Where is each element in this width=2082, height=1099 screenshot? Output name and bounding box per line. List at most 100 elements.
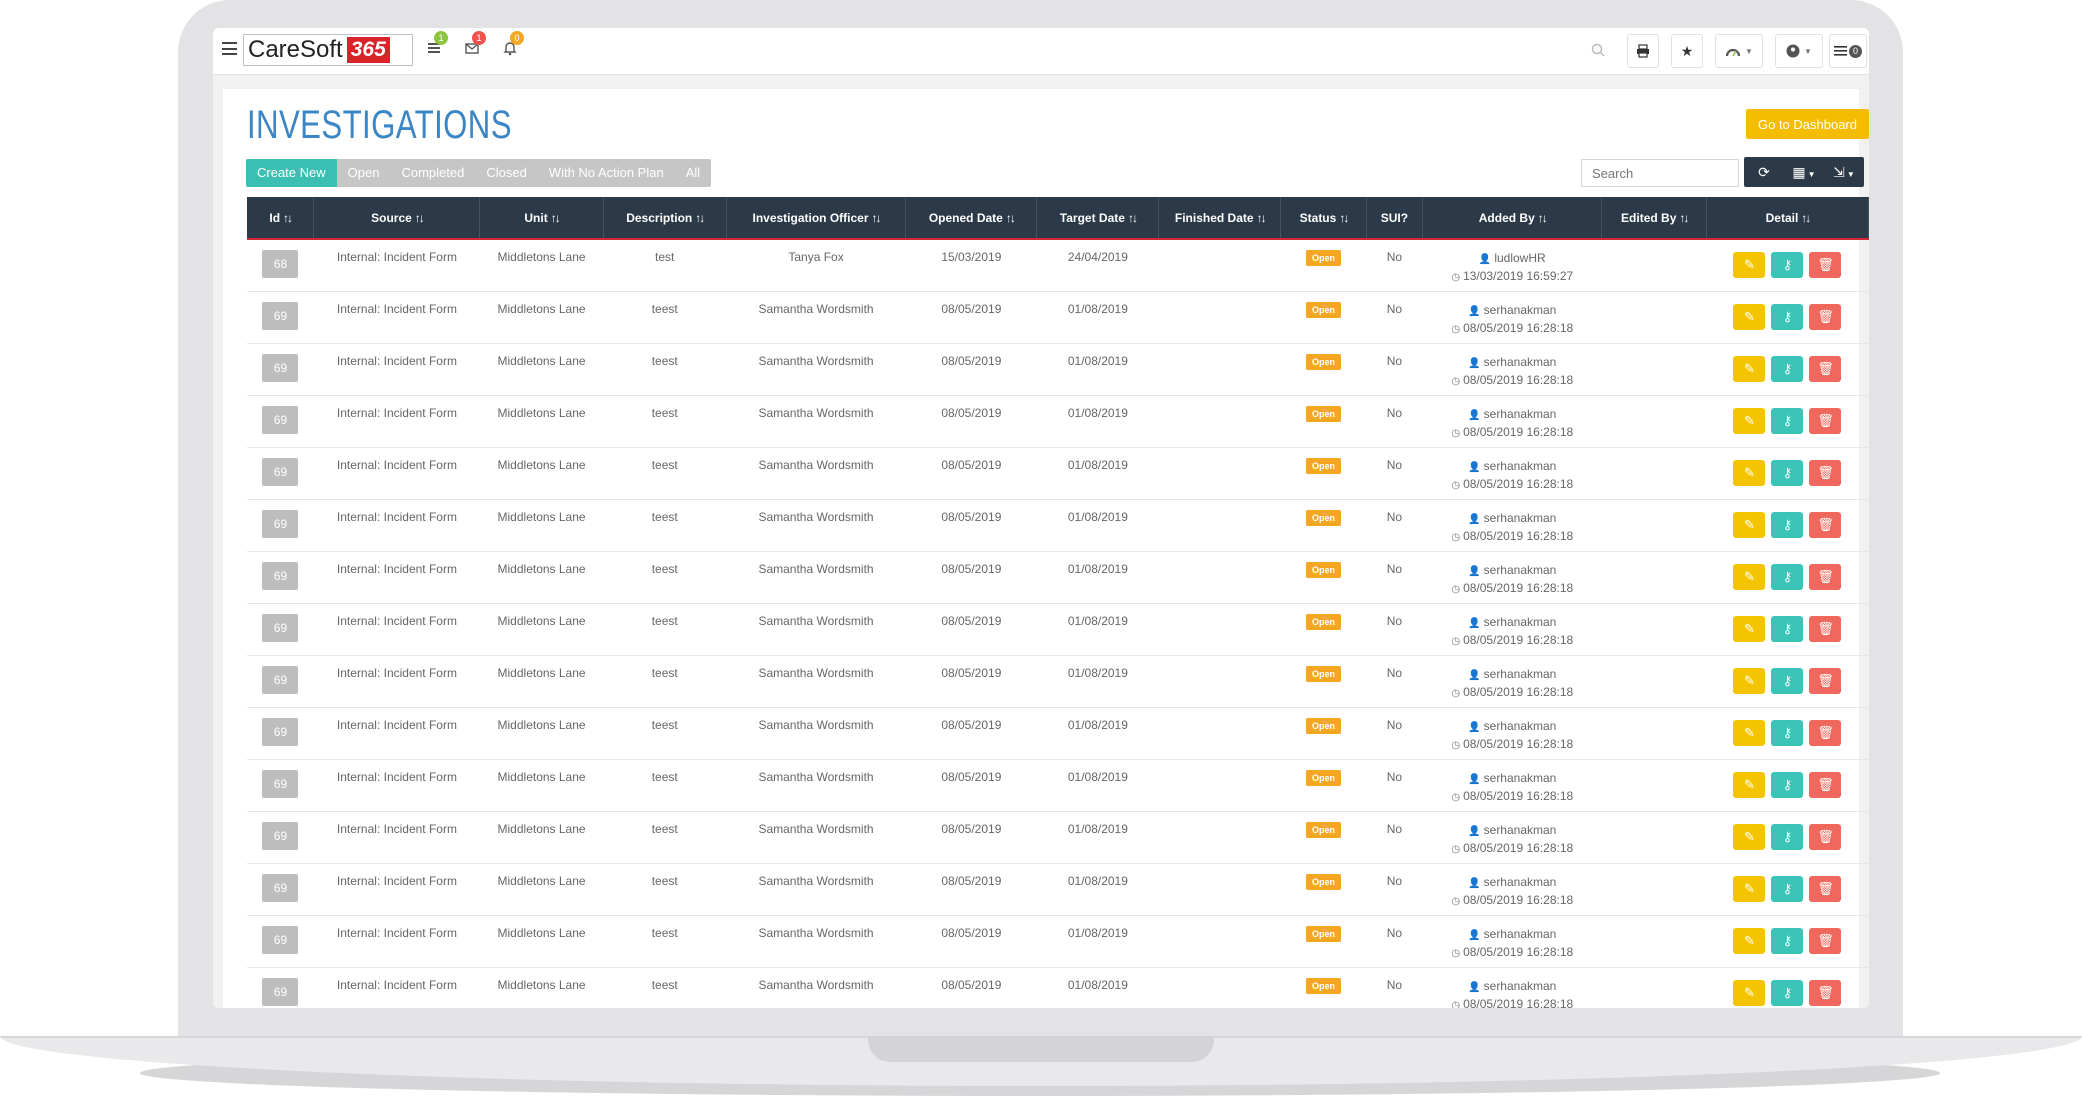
table-row[interactable]: 69 Internal: Incident Form Middletons Lane… (247, 655, 1869, 708)
user-menu-button[interactable]: ▼ (1775, 34, 1823, 68)
table-row[interactable]: 69 Internal: Incident Form Middletons Lane… (247, 915, 1869, 968)
delete-button[interactable]: 🗑 (1809, 615, 1842, 642)
table-row[interactable]: 69 Internal: Incident Form Middletons Lane… (247, 447, 1869, 500)
edit-button[interactable]: ✎ (1733, 303, 1766, 330)
column-header[interactable]: SUI? (1366, 197, 1424, 240)
filter-open[interactable]: Open (337, 159, 391, 187)
search-icon[interactable] (1588, 42, 1608, 62)
edit-button[interactable]: ✎ (1733, 979, 1766, 1006)
delete-button[interactable]: 🗑 (1809, 355, 1842, 382)
table-row[interactable]: 69 Internal: Incident Form Middletons Lane… (247, 863, 1869, 916)
access-button[interactable]: ⚷ (1771, 823, 1804, 850)
table-row[interactable]: 69 Internal: Incident Form Middletons Lane… (247, 499, 1869, 552)
filter-all[interactable]: All (675, 159, 711, 187)
access-button[interactable]: ⚷ (1771, 771, 1804, 798)
delete-button[interactable]: 🗑 (1809, 823, 1842, 850)
delete-button[interactable]: 🗑 (1809, 563, 1842, 590)
id-badge[interactable]: 69 (262, 665, 299, 694)
access-button[interactable]: ⚷ (1771, 667, 1804, 694)
access-button[interactable]: ⚷ (1771, 979, 1804, 1006)
edit-button[interactable]: ✎ (1733, 927, 1766, 954)
column-header[interactable]: Edited By ↑↓ (1601, 197, 1707, 240)
edit-button[interactable]: ✎ (1733, 355, 1766, 382)
delete-button[interactable]: 🗑 (1809, 511, 1842, 538)
access-button[interactable]: ⚷ (1771, 459, 1804, 486)
delete-button[interactable]: 🗑 (1809, 459, 1842, 486)
edit-button[interactable]: ✎ (1733, 875, 1766, 902)
column-header[interactable]: Description ↑↓ (603, 197, 727, 240)
id-badge[interactable]: 69 (262, 977, 299, 1006)
delete-button[interactable]: 🗑 (1809, 927, 1842, 954)
edit-button[interactable]: ✎ (1733, 563, 1766, 590)
table-row[interactable]: 68 Internal: Incident Form Middletons Lane… (247, 239, 1869, 292)
go-to-dashboard-button[interactable]: Go to Dashboard (1746, 109, 1869, 139)
create-new-button[interactable]: Create New (246, 159, 337, 187)
delete-button[interactable]: 🗑 (1809, 875, 1842, 902)
delete-button[interactable]: 🗑 (1809, 303, 1842, 330)
table-row[interactable]: 69 Internal: Incident Form Middletons Lane… (247, 811, 1869, 864)
column-header[interactable]: Id ↑↓ (247, 197, 315, 240)
edit-button[interactable]: ✎ (1733, 252, 1766, 278)
refresh-button[interactable]: ⟳ (1744, 157, 1784, 187)
columns-button[interactable]: ▦ ▼ (1784, 157, 1824, 187)
table-row[interactable]: 69 Internal: Incident Form Middletons Lane… (247, 551, 1869, 604)
id-badge[interactable]: 69 (262, 353, 299, 382)
access-button[interactable]: ⚷ (1771, 927, 1804, 954)
access-button[interactable]: ⚷ (1771, 719, 1804, 746)
envelope-icon[interactable]: 1 (462, 31, 486, 60)
access-button[interactable]: ⚷ (1771, 563, 1804, 590)
id-badge[interactable]: 69 (262, 561, 299, 590)
access-button[interactable]: ⚷ (1771, 511, 1804, 538)
filter-closed[interactable]: Closed (475, 159, 537, 187)
column-header[interactable]: Source ↑↓ (313, 197, 481, 240)
tasks-icon[interactable]: 1 (424, 31, 448, 60)
filter-no-action-plan[interactable]: With No Action Plan (538, 159, 675, 187)
edit-button[interactable]: ✎ (1733, 459, 1766, 486)
access-button[interactable]: ⚷ (1771, 355, 1804, 382)
edit-button[interactable]: ✎ (1733, 511, 1766, 538)
edit-button[interactable]: ✎ (1733, 667, 1766, 694)
table-row[interactable]: 69 Internal: Incident Form Middletons Lane… (247, 759, 1869, 812)
id-badge[interactable]: 69 (262, 457, 299, 486)
column-header[interactable]: Target Date ↑↓ (1036, 197, 1160, 240)
edit-button[interactable]: ✎ (1733, 615, 1766, 642)
id-badge[interactable]: 69 (262, 769, 299, 798)
print-button[interactable] (1627, 34, 1659, 68)
search-input[interactable] (1581, 159, 1739, 187)
table-row[interactable]: 69 Internal: Incident Form Middletons Lane… (247, 707, 1869, 760)
table-row[interactable]: 69 Internal: Incident Form Middletons Lane… (247, 291, 1869, 344)
id-badge[interactable]: 69 (262, 717, 299, 746)
column-header[interactable]: Investigation Officer ↑↓ (726, 197, 907, 240)
delete-button[interactable]: 🗑 (1809, 407, 1842, 434)
column-header[interactable]: Status ↑↓ (1280, 197, 1367, 240)
bell-icon[interactable]: 0 (500, 31, 524, 60)
edit-button[interactable]: ✎ (1733, 407, 1766, 434)
edit-button[interactable]: ✎ (1733, 823, 1766, 850)
table-row[interactable]: 69 Internal: Incident Form Middletons Lane… (247, 395, 1869, 448)
export-button[interactable]: ⇲ ▼ (1824, 157, 1864, 187)
edit-button[interactable]: ✎ (1733, 719, 1766, 746)
table-row[interactable]: 69 Internal: Incident Form Middletons Lane… (247, 967, 1869, 1008)
id-badge[interactable]: 68 (262, 250, 299, 278)
access-button[interactable]: ⚷ (1771, 252, 1804, 278)
edit-button[interactable]: ✎ (1733, 771, 1766, 798)
table-row[interactable]: 69 Internal: Incident Form Middletons Lane… (247, 603, 1869, 656)
id-badge[interactable]: 69 (262, 873, 299, 902)
delete-button[interactable]: 🗑 (1809, 667, 1842, 694)
column-header[interactable]: Finished Date ↑↓ (1158, 197, 1282, 240)
column-header[interactable]: Detail ↑↓ (1706, 197, 1869, 240)
favorites-button[interactable]: ★ (1671, 34, 1703, 68)
column-header[interactable]: Opened Date ↑↓ (905, 197, 1038, 240)
id-badge[interactable]: 69 (262, 925, 299, 954)
column-header[interactable]: Added By ↑↓ (1422, 197, 1603, 240)
menu-icon[interactable] (222, 42, 237, 55)
delete-button[interactable]: 🗑 (1809, 771, 1842, 798)
column-header[interactable]: Unit ↑↓ (479, 197, 604, 240)
delete-button[interactable]: 🗑 (1809, 979, 1842, 1006)
delete-button[interactable]: 🗑 (1809, 719, 1842, 746)
dashboard-menu-button[interactable]: ▼ (1715, 34, 1763, 68)
list-counter-button[interactable]: 0 (1829, 34, 1867, 68)
id-badge[interactable]: 69 (262, 301, 299, 330)
id-badge[interactable]: 69 (262, 405, 299, 434)
access-button[interactable]: ⚷ (1771, 875, 1804, 902)
